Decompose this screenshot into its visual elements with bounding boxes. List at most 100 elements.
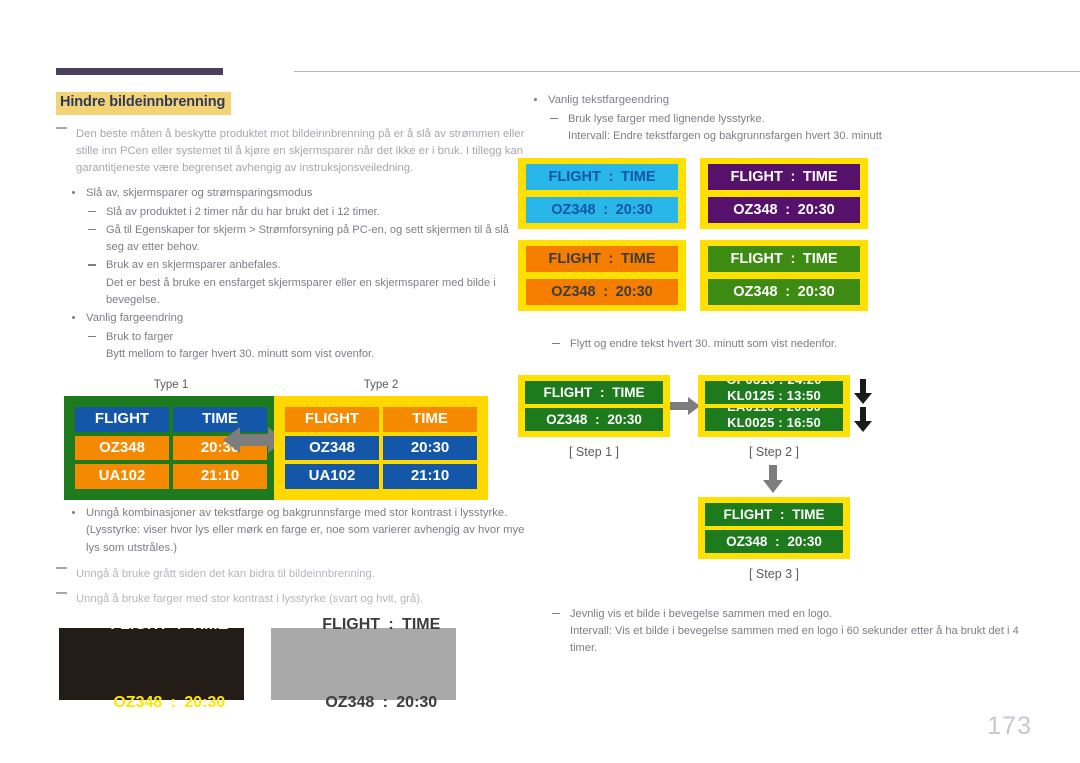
list-item: Bruk av en skjermsparer anbefales. Det e… [86,257,526,309]
type1-label: Type 1 [153,378,189,391]
flight-time: 20:30 [797,283,835,300]
dash-icon [552,342,560,345]
list-item: Flytt og endre tekst hvert 30. minutt so… [550,336,1028,353]
intro-note: Den beste måten å beskytte produktet mot… [56,126,526,177]
arrow-down-icon [763,465,783,494]
time-label: TIME [802,168,838,185]
board-line: FLIGHT: TIME [526,163,678,190]
step2-board: OP0310 : 24:20 KL0125 : 13:50 EA0110 : 2… [698,375,850,438]
flight-code: OZ348 [546,412,588,428]
table-cell: 21:10 [173,464,267,490]
flight-time: 20:30 [615,201,653,218]
time-label: TIME [802,250,838,267]
right-bullet-list: Vanlig tekstfargeendring Bruk lyse farge… [518,92,1028,145]
table-row: UA102 21:10 [285,464,477,490]
flight-code: OZ348 [733,283,778,300]
type2-block: Type 2 FLIGHT TIME OZ348 20:30 UA102 21:… [274,379,488,505]
contrast-examples: FLIGHT: TIME OZ348:20:30 FLIGHT: TIME OZ34… [56,616,526,711]
swatch-board-orange: FLIGHT: TIME OZ348:20:30 [518,239,686,311]
table-cell: 20:30 [383,435,477,461]
note-dash-icon [56,591,67,594]
separator-colon: : [790,250,796,267]
flight-label: FLIGHT [548,250,601,267]
flight-label: FLIGHT [730,168,783,185]
note-dash-icon [56,567,67,570]
step2-caption: [ Step 2 ] [748,445,800,460]
separator-colon: : [608,250,614,267]
flight-code: OZ348 [325,693,375,711]
separator-colon: : [382,693,388,711]
board-line-scrolling: OP0310 : 24:20 KL0125 : 13:50 [705,381,843,405]
header-divider-line [294,71,1080,72]
separator-colon: : [790,168,796,185]
scroll-down-arrows-icon [854,379,872,433]
page-header-rules [56,66,1080,76]
list-item: Jevnlig vis et bilde i bevegelse sammen … [550,606,1028,658]
swatch-board-cyan: FLIGHT: TIME OZ348:20:30 [518,157,686,229]
flight-label: FLIGHT [730,250,783,267]
separator-colon: : [785,201,791,218]
time-label: TIME [402,615,441,633]
list-item: Bruk lyse farger med lignende lysstyrke.… [548,111,1028,145]
swatch-board-purple: FLIGHT: TIME OZ348:20:30 [700,157,868,229]
final-note-list: Jevnlig vis et bilde i bevegelse sammen … [518,606,1028,658]
bullet-dot-icon [72,510,75,514]
left-bullet-list: Slå av, skjermsparer og strømsparingsmod… [56,185,526,363]
step3-caption: [ Step 3 ] [748,567,800,582]
grey-warning-note: Unngå å bruke grått siden det kan bidra … [56,566,526,583]
list-item: Bruk to farger Bytt mellom to farger hve… [86,329,526,363]
bullet-label: Vanlig tekstfargeendring [548,94,669,106]
dash-icon [88,264,96,266]
dark-contrast-board: FLIGHT: TIME OZ348:20:30 [59,616,244,711]
dash-icon [88,229,96,231]
board-line: OZ348:20:30 [705,530,843,554]
board-line: FLIGHT: TIME [526,245,678,272]
board-line: OZ348:20:30 [526,278,678,305]
flight-time: 20:30 [607,412,642,428]
flight-label: FLIGHT [543,385,593,401]
sub-list: Bruk to farger Bytt mellom to farger hve… [86,329,526,363]
flight-table: FLIGHT TIME OZ348 20:30 UA102 21:10 [281,403,481,493]
step3-board: FLIGHT: TIME OZ348:20:30 [698,497,850,560]
table-cell: UA102 [285,464,379,490]
table-header-cell: TIME [383,406,477,432]
list-item: Gå til Egenskaper for skjerm > Strømfors… [86,222,526,256]
table-cell: OZ348 [75,435,169,461]
sub-text: Slå av produktet i 2 timer når du har br… [106,205,380,218]
table-cell: OZ348 [285,435,379,461]
board-line: FLIGHT: TIME [75,586,228,664]
table-row: UA102 21:10 [75,464,267,490]
bullet-label-continuation: (Lysstyrke: viser hvor lys eller mørk en… [86,524,525,554]
sub-text: Bruk lyse farger med lignende lysstyrke. [568,112,765,125]
dash-icon [552,613,560,615]
board-line: FLIGHT: TIME [708,245,860,272]
move-note-list: Flytt og endre tekst hvert 30. minutt so… [518,336,1028,353]
list-item: Slå av produktet i 2 timer når du har br… [86,204,526,221]
board-line: FLIGHT: TIME [525,381,663,405]
page-number: 173 [987,712,1032,740]
flight-label: FLIGHT [322,615,381,633]
table-header-cell: FLIGHT [75,406,169,432]
separator-colon: : [388,615,394,633]
table-cell: UA102 [75,464,169,490]
bullet-label: Unngå kombinasjoner av tekstfarge og bak… [86,506,508,519]
table-row: FLIGHT TIME [285,406,477,432]
flight-code: OZ348 [551,201,596,218]
step1-caption: [ Step 1 ] [568,445,620,460]
separator-colon: : [608,168,614,185]
final-note-continuation: Intervall: Vis et bilde i bevegelse samm… [570,625,1019,655]
type2-flight-board: FLIGHT TIME OZ348 20:30 UA102 21:10 [274,395,488,501]
note-dash-icon [56,126,67,129]
step1-board: FLIGHT: TIME OZ348:20:30 [518,375,670,438]
board-line-scrolling: EA0110 : 20:30 KL0025 : 16:50 [705,408,843,432]
scroll-line-top: OP0310 : 24:20 [705,381,843,387]
grey-contrast-board: FLIGHT: TIME OZ348:20:30 [271,616,456,711]
scroll-line-top: EA0110 : 20:30 [705,408,843,414]
list-item: Slå av, skjermsparer og strømsparingsmod… [56,185,526,309]
board-line: FLIGHT: TIME [708,163,860,190]
time-label: TIME [620,250,656,267]
separator-colon: : [595,412,600,428]
sub-list: Bruk lyse farger med lignende lysstyrke.… [548,111,1028,145]
board-line: FLIGHT: TIME [287,586,441,664]
right-column: Vanlig tekstfargeendring Bruk lyse farge… [518,92,1028,658]
